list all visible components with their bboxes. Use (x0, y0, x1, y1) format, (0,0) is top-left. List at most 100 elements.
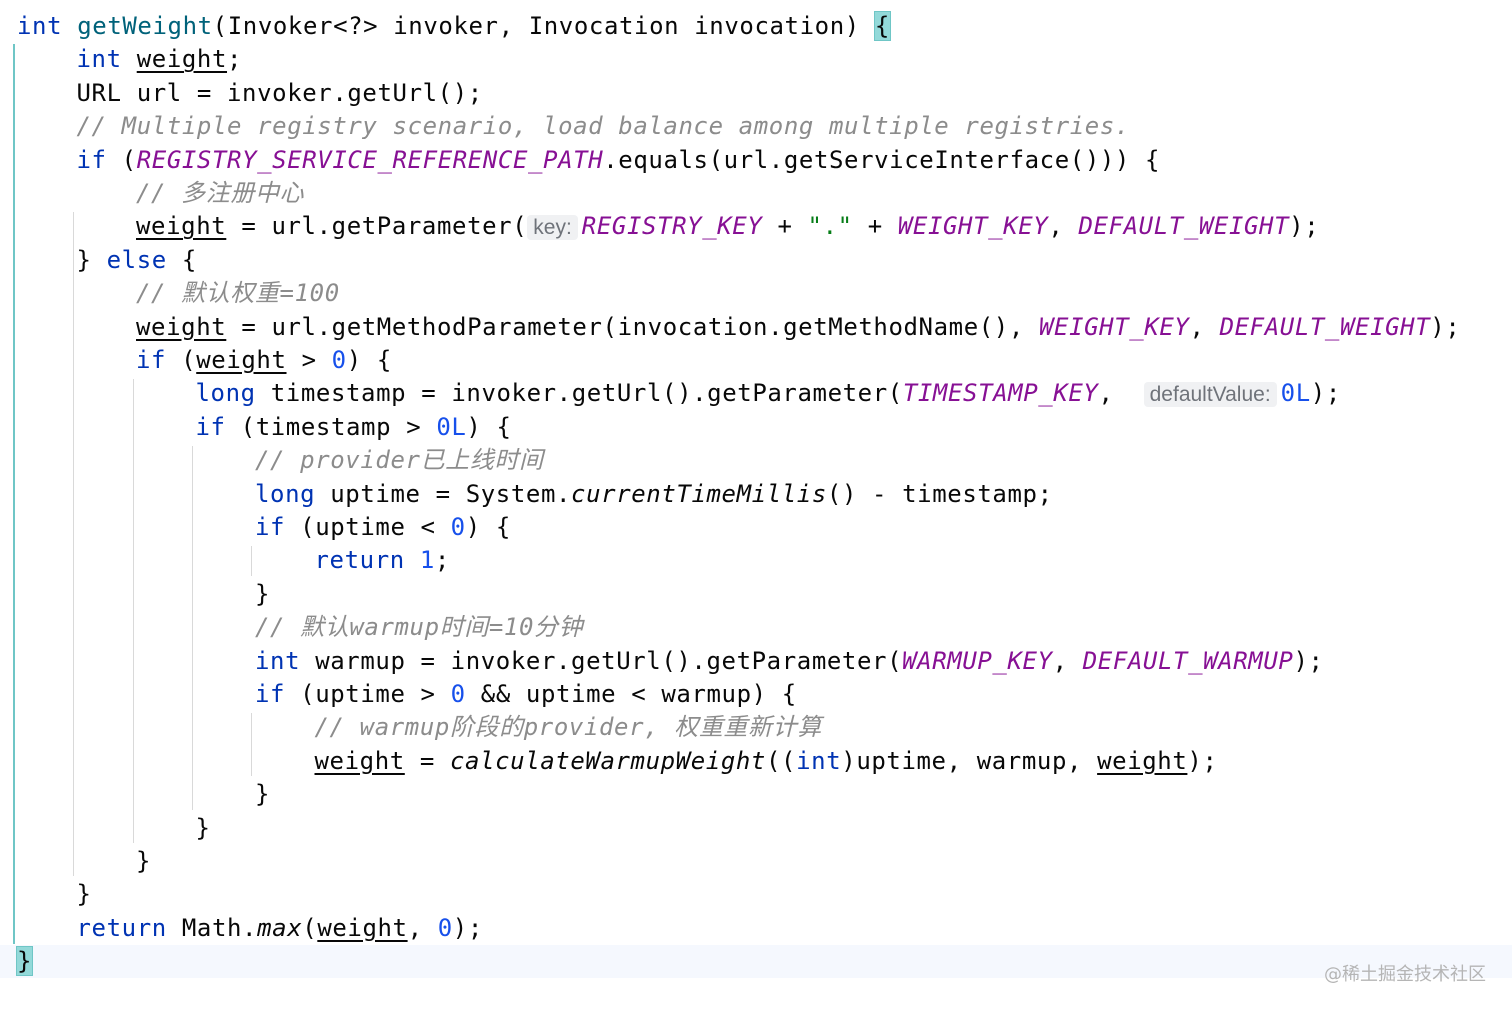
code-token: int (76, 45, 122, 74)
code-token: weight (196, 346, 287, 374)
code-token: } (76, 880, 92, 909)
code-token: + (852, 212, 898, 241)
code-token: if (255, 513, 286, 541)
code-token: , (1189, 312, 1220, 341)
code-line[interactable]: // 多注册中心 (136, 177, 304, 210)
code-line[interactable]: // 默认warmup时间=10分钟 (255, 611, 583, 644)
code-token: if (255, 680, 286, 708)
code-line[interactable]: } (255, 778, 270, 811)
code-token: weight (136, 212, 227, 241)
code-token: } (15, 946, 34, 977)
code-token: (uptime > (285, 680, 451, 708)
code-token: WEIGHT_KEY (897, 212, 1049, 241)
code-token: 0 (450, 513, 466, 541)
code-token: getWeight (77, 12, 213, 40)
code-token: , (1052, 646, 1083, 675)
code-token: // 默认warmup时间=10分钟 (255, 613, 584, 642)
code-line[interactable]: } (15, 945, 34, 978)
code-token: (Invoker<?> invoker, Invocation invocati… (212, 12, 875, 40)
code-token: ) { (466, 412, 512, 441)
code-token: TIMESTAMP_KEY (902, 379, 1099, 408)
code-line[interactable]: } (136, 845, 151, 878)
code-token: { (166, 245, 197, 274)
code-token: weight (314, 746, 405, 775)
indent-guide (73, 212, 74, 877)
code-line[interactable]: // warmup阶段的provider, 权重重新计算 (315, 711, 822, 744)
code-token: 0 (450, 680, 466, 708)
code-token: WEIGHT_KEY (1038, 312, 1190, 341)
code-line[interactable]: int warmup = invoker.getUrl().getParamet… (255, 645, 1324, 678)
code-line[interactable]: } (196, 812, 211, 845)
code-line[interactable]: URL url = invoker.getUrl(); (77, 77, 483, 110)
code-line[interactable]: // Multiple registry scenario, load bala… (77, 110, 1130, 143)
code-token: weight (136, 312, 227, 341)
code-line[interactable]: weight = url.getParameter(key: REGISTRY_K… (136, 210, 1319, 243)
code-line[interactable]: long uptime = System.currentTimeMillis()… (255, 478, 1053, 511)
code-line[interactable]: if (uptime > 0 && uptime < warmup) { (255, 678, 797, 711)
code-token: ; (227, 45, 243, 74)
code-line[interactable]: weight = url.getMethodParameter(invocati… (136, 311, 1460, 344)
code-token: = url.getParameter( (226, 212, 528, 241)
code-token: if (136, 346, 167, 374)
code-token: + (762, 212, 808, 241)
code-line[interactable]: // provider已上线时间 (255, 444, 544, 477)
code-token: .equals(url.getServiceInterface())) { (603, 145, 1161, 174)
code-line[interactable]: return 1; (315, 544, 450, 577)
code-token: long (255, 479, 316, 508)
code-token: uptime = System. (315, 479, 572, 508)
code-token: DEFAULT_WEIGHT (1078, 212, 1290, 241)
code-line[interactable]: if (weight > 0) { (136, 344, 392, 377)
code-token: weight (1097, 746, 1188, 775)
code-token: int (17, 12, 63, 40)
code-line[interactable]: if (REGISTRY_SERVICE_REFERENCE_PATH.equa… (77, 144, 1161, 177)
code-token: = url.getMethodParameter(invocation.getM… (226, 312, 1039, 341)
code-line[interactable]: int weight; (77, 43, 243, 76)
code-token: ); (1430, 312, 1461, 341)
code-token: return (76, 913, 167, 942)
code-token: , (1098, 379, 1144, 408)
code-token: (( (766, 746, 797, 775)
code-line[interactable]: } (77, 878, 92, 911)
code-line[interactable]: if (timestamp > 0L) { (196, 411, 512, 444)
code-token: else (106, 245, 167, 274)
code-token: weight (136, 45, 228, 74)
code-token: } (136, 847, 152, 875)
code-token: , (1048, 212, 1079, 241)
code-line[interactable]: } else { (77, 244, 197, 277)
code-token: ( (106, 145, 137, 174)
code-token: // 默认权重=100 (136, 279, 340, 308)
indent-guide (133, 379, 134, 843)
code-line[interactable]: if (uptime < 0) { (255, 511, 511, 544)
code-token: } (255, 579, 271, 608)
code-token: WARMUP_KEY (902, 646, 1053, 675)
code-token: ; (434, 546, 450, 575)
current-line-highlight (0, 945, 1512, 978)
code-editor[interactable]: int getWeight(Invoker<?> invoker, Invoca… (0, 0, 1512, 1010)
code-token: ); (452, 913, 483, 942)
code-line[interactable]: return Math.max(weight, 0); (77, 912, 483, 945)
code-token: , (407, 913, 438, 942)
code-token: "." (807, 212, 853, 241)
code-token: { (873, 11, 891, 41)
code-token: (uptime < (285, 513, 451, 541)
code-line[interactable]: } (255, 578, 270, 611)
code-token: ); (1187, 746, 1218, 775)
code-token: // provider已上线时间 (255, 446, 544, 475)
code-line[interactable]: long timestamp = invoker.getUrl().getPar… (196, 377, 1341, 410)
code-line[interactable]: int getWeight(Invoker<?> invoker, Invoca… (17, 10, 891, 43)
code-token: max (257, 913, 303, 942)
code-token: } (76, 245, 107, 274)
code-token: weight (317, 913, 408, 942)
code-token: )uptime, warmup, (841, 746, 1098, 775)
scope-guide-line (13, 44, 15, 944)
code-token: // Multiple registry scenario, load bala… (76, 112, 1130, 141)
code-token: // 多注册中心 (136, 179, 305, 207)
indent-guide (192, 446, 193, 810)
code-line[interactable]: weight = calculateWarmupWeight((int)upti… (315, 745, 1218, 778)
code-token: && uptime < warmup) { (465, 680, 797, 708)
code-token: REGISTRY_SERVICE_REFERENCE_PATH (136, 145, 604, 174)
code-line[interactable]: // 默认权重=100 (136, 277, 340, 310)
watermark: @稀土掘金技术社区 (1324, 964, 1486, 985)
